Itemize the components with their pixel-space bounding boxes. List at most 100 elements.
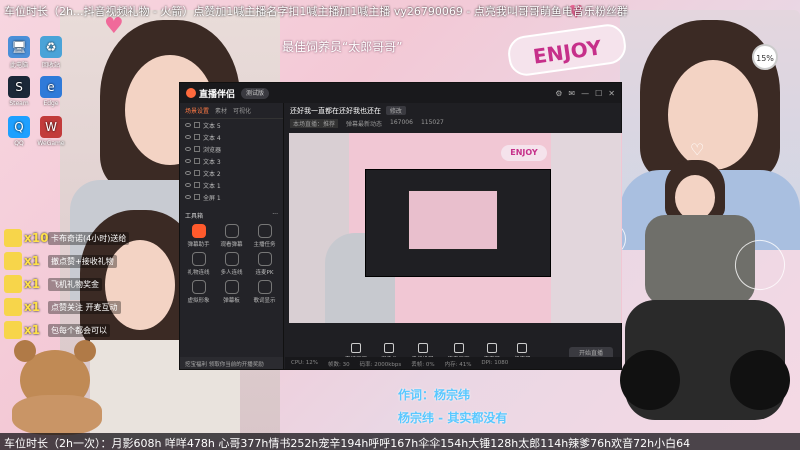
desktop-icon[interactable]: Q QQ xyxy=(4,116,34,147)
tool-item[interactable]: 连麦PK xyxy=(248,252,281,276)
status-bar: CPU: 12% 帧数: 30 码率: 2000kbps 丢帧: 0% 内存: 41% D… xyxy=(285,357,621,369)
tool-item[interactable]: 多人连线 xyxy=(215,252,248,276)
scene-item[interactable]: 文本 3 xyxy=(180,155,283,167)
tool-item[interactable]: 弹幕板 xyxy=(215,280,248,304)
tool-label: 礼物连线 xyxy=(187,270,210,276)
left-tab[interactable]: 素材 xyxy=(215,106,227,115)
desktop-icon-label: 此电脑 xyxy=(9,62,28,69)
tool-label: 主播任务 xyxy=(253,242,276,248)
tool-item[interactable]: 主播任务 xyxy=(248,224,281,248)
live-companion-window: 直播伴侣 测试版 ⚙ ✉ — ☐ ✕ 场景设置 素材 可视化 文本 5 文本 4 浏览器… xyxy=(179,82,622,370)
gift-count: x1 xyxy=(24,323,41,337)
visibility-icon[interactable] xyxy=(185,123,191,127)
scene-label: 文本 3 xyxy=(203,158,221,166)
tool-label: 歌词显示 xyxy=(253,298,276,304)
lyrics-line-2: 杨宗纬 - 其实都没有 xyxy=(398,411,508,425)
desktop-icon[interactable]: W WeGame xyxy=(36,116,66,147)
visibility-icon[interactable] xyxy=(185,159,191,163)
status-item: DPI: 1080 xyxy=(481,360,509,366)
tool-label: 连麦PK xyxy=(255,270,274,276)
tool-item[interactable]: 弹幕助手 xyxy=(182,224,215,248)
tool-item[interactable]: 观看弹幕 xyxy=(215,224,248,248)
teddy-bear-image xyxy=(2,335,112,435)
lock-icon[interactable] xyxy=(194,122,200,128)
preview-enjoy: ENJOY xyxy=(501,145,547,161)
visibility-icon[interactable] xyxy=(185,135,191,139)
visibility-icon[interactable] xyxy=(185,183,191,187)
tool-label: 弹幕板 xyxy=(223,298,240,304)
control-icon xyxy=(517,343,528,353)
scene-item[interactable]: 文本 4 xyxy=(180,131,283,143)
message-icon[interactable]: ✉ xyxy=(568,89,575,98)
left-tab[interactable]: 可视化 xyxy=(233,106,251,115)
overlay-title: 最佳饲养员“太郎哥哥” xyxy=(282,40,403,54)
lock-icon[interactable] xyxy=(194,194,200,200)
control-icon xyxy=(384,343,395,353)
background-person-atv xyxy=(620,160,790,430)
lyrics-line-1: 作词：杨宗纬 xyxy=(398,388,471,402)
lock-icon[interactable] xyxy=(194,134,200,140)
tool-icon xyxy=(224,224,239,238)
lock-icon[interactable] xyxy=(194,182,200,188)
gift-text: 撤点赞+接收礼物 xyxy=(48,254,117,268)
close-icon[interactable]: ✕ xyxy=(608,89,615,98)
gift-count: x1 xyxy=(24,254,41,268)
tool-label: 虚拟形象 xyxy=(187,298,210,304)
stream-sub-info: 本场直播：推荐 弹幕最新动态 167006 115027 xyxy=(290,119,616,128)
performance-widget[interactable]: 15% xyxy=(752,44,778,70)
tool-item[interactable]: 虚拟形象 xyxy=(182,280,215,304)
status-item: 丢帧: 0% xyxy=(411,362,435,368)
toolbox-more-button[interactable]: ··· xyxy=(272,211,278,220)
status-item: 内存: 41% xyxy=(444,362,472,368)
scene-item[interactable]: 全屏 1 xyxy=(180,191,283,203)
heart-icon: ♡ xyxy=(690,140,705,159)
desktop-icon[interactable]: S Steam xyxy=(4,76,34,107)
gift-row: x10 卡布奇诺(4小时)送给 xyxy=(4,228,130,248)
left-footer[interactable]: 挖宝福利 领取你当前的开播奖励 xyxy=(180,357,283,369)
maximize-icon[interactable]: ☐ xyxy=(595,89,602,98)
tool-label: 观看弹幕 xyxy=(220,242,243,248)
gift-icon xyxy=(4,252,22,270)
left-panel: 场景设置 素材 可视化 文本 5 文本 4 浏览器文本 3 文本 2 文本 1 全屏 1 工具… xyxy=(180,103,284,369)
tool-item[interactable]: 礼物连线 xyxy=(182,252,215,276)
desktop-icon[interactable]: e Edge xyxy=(36,76,66,107)
edge-icon: e xyxy=(40,76,62,98)
lock-icon[interactable] xyxy=(194,146,200,152)
gift-text: 卡布奇诺(4小时)送给 xyxy=(48,231,130,245)
scene-label: 文本 5 xyxy=(203,122,221,130)
recycle-icon: ♻ xyxy=(40,36,62,58)
scene-label: 文本 2 xyxy=(203,170,221,178)
gift-icon xyxy=(4,229,22,247)
stream-preview[interactable]: ENJOY xyxy=(289,133,622,323)
gift-count: x1 xyxy=(24,300,41,314)
lock-icon[interactable] xyxy=(194,170,200,176)
gift-row: x1 飞机礼物奖金 xyxy=(4,274,102,294)
tool-icon xyxy=(191,224,206,238)
scene-item[interactable]: 文本 1 xyxy=(180,179,283,191)
toolbox-header: 工具箱 ··· xyxy=(180,207,283,224)
visibility-icon[interactable] xyxy=(185,147,191,151)
desktop-icon[interactable]: 🖥 此电脑 xyxy=(4,36,34,69)
scene-list: 文本 5 文本 4 浏览器文本 3 文本 2 文本 1 全屏 1 xyxy=(180,119,283,203)
scene-item[interactable]: 文本 5 xyxy=(180,119,283,131)
minimize-icon[interactable]: — xyxy=(581,89,589,98)
left-tabs: 场景设置 素材 可视化 xyxy=(180,103,283,119)
desktop-icon-label: Edge xyxy=(43,100,59,107)
gift-icon xyxy=(4,321,22,339)
tool-item[interactable]: 歌词显示 xyxy=(248,280,281,304)
visibility-icon[interactable] xyxy=(185,195,191,199)
lyrics-overlay: 作词：杨宗纬 杨宗纬 - 其实都没有 xyxy=(398,386,507,426)
left-tab[interactable]: 场景设置 xyxy=(185,106,209,115)
gift-row: x1 包每个都会可以 xyxy=(4,320,110,340)
edit-title-button[interactable]: 修改 xyxy=(385,106,406,115)
scene-item[interactable]: 浏览器 xyxy=(180,143,283,155)
tool-label: 多人连线 xyxy=(220,270,243,276)
gift-text: 飞机礼物奖金 xyxy=(48,277,102,291)
nested-inner-preview xyxy=(408,190,498,250)
lock-icon[interactable] xyxy=(194,158,200,164)
desktop-icon[interactable]: ♻ 回收站 xyxy=(36,36,66,69)
visibility-icon[interactable] xyxy=(185,171,191,175)
control-icon xyxy=(486,343,497,353)
scene-item[interactable]: 文本 2 xyxy=(180,167,283,179)
settings-icon[interactable]: ⚙ xyxy=(555,89,562,98)
